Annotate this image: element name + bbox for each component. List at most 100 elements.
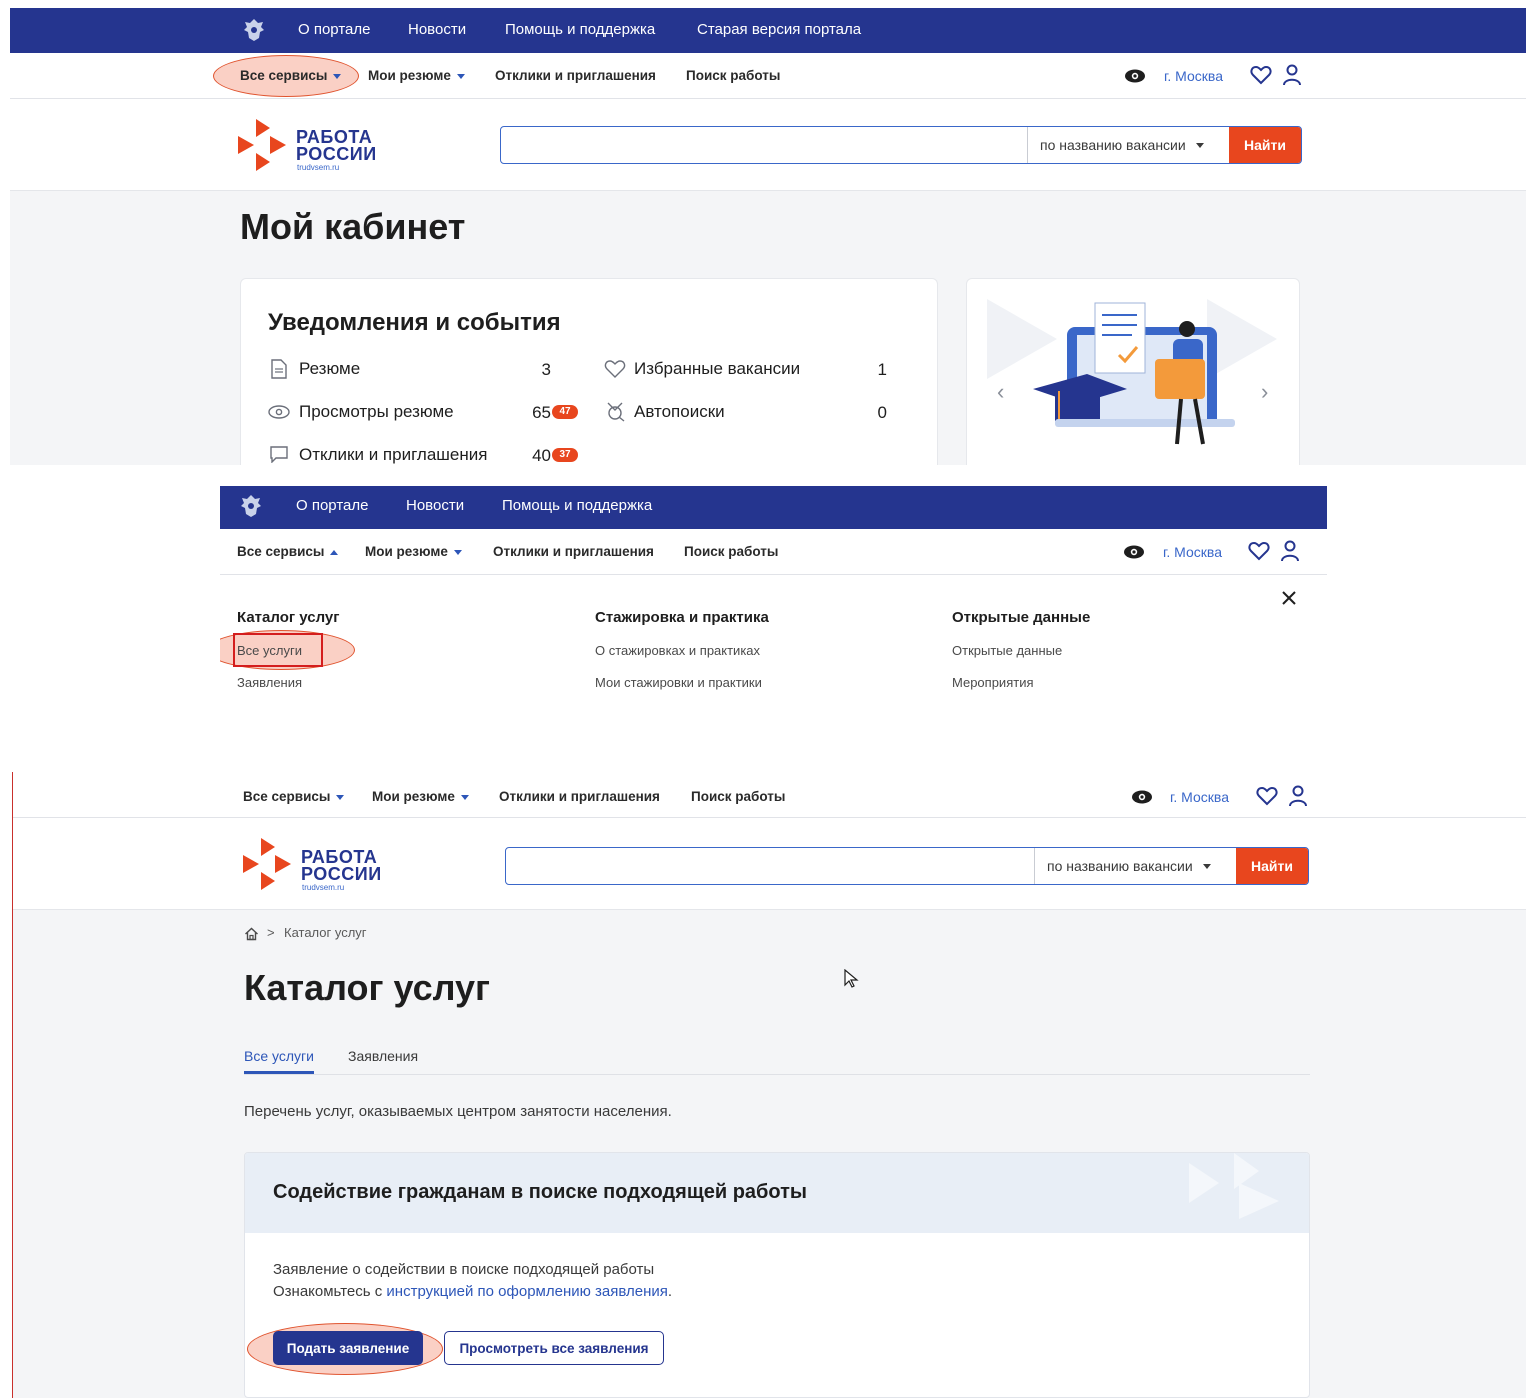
nav-news[interactable]: Новости: [406, 497, 464, 514]
main-nav: Все сервисы Мои резюме Отклики и приглаш…: [13, 772, 1526, 818]
responses-link[interactable]: Отклики и приглашения: [495, 68, 656, 83]
menu-link-events[interactable]: Мероприятия: [952, 675, 1034, 690]
rabota-rossii-logo-icon[interactable]: [238, 119, 288, 171]
nav-old-version[interactable]: Старая версия портала: [697, 21, 861, 38]
main-nav: Все сервисы Мои резюме Отклики и приглаш…: [10, 53, 1526, 99]
city-selector[interactable]: г. Москва: [1164, 68, 1223, 84]
stat-views-label[interactable]: Просмотры резюме: [299, 402, 454, 422]
accessibility-eye-icon[interactable]: [1124, 68, 1146, 84]
document-icon: [271, 359, 287, 379]
search-input[interactable]: [501, 127, 1027, 163]
logo-text-line2: РОССИИ: [301, 864, 382, 884]
top-bar: О портале Новости Помощь и поддержка Ста…: [10, 8, 1526, 53]
logo-text-line2: РОССИИ: [296, 144, 377, 164]
stat-favorites-value: 1: [877, 360, 887, 379]
logo-search-band: РАБОТА РОССИИ trudvsem.ru по названию ва…: [10, 99, 1526, 191]
menu-column-title: Каталог услуг: [237, 609, 340, 626]
view-all-applications-button[interactable]: Просмотреть все заявления: [444, 1331, 664, 1365]
my-resume-menu[interactable]: Мои резюме: [365, 544, 462, 559]
my-resume-menu[interactable]: Мои резюме: [368, 68, 465, 83]
page-title: Каталог услуг: [244, 967, 491, 1008]
city-selector[interactable]: г. Москва: [1163, 544, 1222, 560]
main-nav: Все сервисы Мои резюме Отклики и приглаш…: [220, 529, 1327, 575]
services-menu-panel: О портале Новости Помощь и поддержка Все…: [220, 486, 1327, 736]
carousel-illustration: [987, 299, 1277, 445]
search-type-select[interactable]: по названию вакансии: [1034, 848, 1236, 884]
service-card-header: Содействие гражданам в поиске подходящей…: [245, 1153, 1309, 1233]
decorative-arrows-icon: [1189, 1153, 1279, 1219]
submit-application-button[interactable]: Подать заявление: [273, 1331, 423, 1365]
accessibility-eye-icon[interactable]: [1123, 544, 1145, 560]
stat-autosearch-value: 0: [877, 403, 887, 422]
logo-search-band: РАБОТА РОССИИ trudvsem.ru по названию ва…: [13, 818, 1526, 910]
logo-text-line1: РАБОТА: [301, 847, 378, 867]
menu-column-title: Стажировка и практика: [595, 609, 769, 626]
search-bar: по названию вакансии Найти: [500, 126, 1302, 164]
job-search-link[interactable]: Поиск работы: [686, 68, 780, 83]
eye-icon: [268, 405, 290, 419]
favorites-heart-icon[interactable]: [1250, 65, 1272, 85]
chevron-down-icon: [1195, 142, 1204, 148]
catalog-screenshot-panel: Все сервисы Мои резюме Отклики и приглаш…: [12, 772, 1526, 1398]
logo-domain: trudvsem.ru: [302, 883, 345, 892]
close-icon[interactable]: [1281, 590, 1297, 606]
emblem-icon: [241, 495, 261, 517]
menu-link-about-internships[interactable]: О стажировках и практиках: [595, 643, 760, 658]
chat-icon: [270, 446, 288, 463]
accessibility-eye-icon[interactable]: [1131, 789, 1153, 805]
user-profile-icon[interactable]: [1288, 785, 1308, 807]
menu-link-all-services[interactable]: Все услуги: [237, 643, 302, 658]
breadcrumb-separator: >: [267, 925, 275, 940]
stat-responses-label[interactable]: Отклики и приглашения: [299, 445, 487, 465]
home-icon[interactable]: [244, 927, 259, 941]
all-services-menu[interactable]: Все сервисы: [237, 544, 339, 559]
favorites-heart-icon[interactable]: [1256, 786, 1278, 806]
responses-link[interactable]: Отклики и приглашения: [499, 789, 660, 804]
nav-about[interactable]: О портале: [298, 21, 370, 38]
menu-link-my-internships[interactable]: Мои стажировки и практики: [595, 675, 762, 690]
city-selector[interactable]: г. Москва: [1170, 789, 1229, 805]
nav-about[interactable]: О портале: [296, 497, 368, 514]
job-search-link[interactable]: Поиск работы: [684, 544, 778, 559]
user-profile-icon[interactable]: [1280, 540, 1300, 562]
tab-applications[interactable]: Заявления: [348, 1048, 418, 1064]
stat-favorites-label[interactable]: Избранные вакансии: [634, 359, 800, 379]
responses-link[interactable]: Отклики и приглашения: [493, 544, 654, 559]
chevron-down-icon: [453, 549, 462, 555]
stat-responses-value: 40: [532, 446, 551, 465]
my-resume-menu[interactable]: Мои резюме: [372, 789, 469, 804]
instruction-link[interactable]: инструкцией по оформлению заявления: [386, 1283, 667, 1300]
search-button[interactable]: Найти: [1229, 127, 1301, 163]
menu-link-open-data[interactable]: Открытые данные: [952, 643, 1062, 658]
chevron-down-icon: [333, 73, 342, 79]
cabinet-screenshot-panel: О портале Новости Помощь и поддержка Ста…: [10, 8, 1526, 465]
stat-resume-label[interactable]: Резюме: [299, 359, 360, 379]
all-services-menu[interactable]: Все сервисы: [243, 789, 345, 804]
notifications-card: Уведомления и события Резюме 3 Просмотры…: [240, 278, 938, 465]
job-search-link[interactable]: Поиск работы: [691, 789, 785, 804]
chevron-down-icon: [336, 794, 345, 800]
user-profile-icon[interactable]: [1282, 64, 1302, 86]
rabota-rossii-logo-icon[interactable]: [243, 838, 293, 890]
service-card: Содействие гражданам в поиске подходящей…: [244, 1152, 1310, 1398]
catalog-intro: Перечень услуг, оказываемых центром заня…: [244, 1103, 672, 1120]
all-services-menu[interactable]: Все сервисы: [240, 68, 342, 83]
search-type-select[interactable]: по названию вакансии: [1027, 127, 1229, 163]
stat-autosearch-label[interactable]: Автопоиски: [634, 402, 725, 422]
search-button[interactable]: Найти: [1236, 848, 1308, 884]
search-input[interactable]: [506, 848, 1034, 884]
breadcrumb-current: Каталог услуг: [284, 925, 367, 940]
favorites-heart-icon[interactable]: [1248, 541, 1270, 561]
nav-help[interactable]: Помощь и поддержка: [505, 21, 655, 38]
chevron-right-icon[interactable]: ›: [1261, 379, 1268, 405]
menu-link-applications[interactable]: Заявления: [237, 675, 302, 690]
top-bar: О портале Новости Помощь и поддержка: [220, 486, 1327, 529]
nav-help[interactable]: Помощь и поддержка: [502, 497, 652, 514]
nav-news[interactable]: Новости: [408, 21, 466, 38]
page-title: Мой кабинет: [240, 206, 466, 247]
mouse-cursor-icon: [844, 969, 859, 988]
tab-all-services[interactable]: Все услуги: [244, 1048, 314, 1074]
notifications-title: Уведомления и события: [268, 309, 561, 336]
service-instruction: Ознакомьтесь с инструкцией по оформлению…: [273, 1283, 673, 1300]
chevron-left-icon[interactable]: ‹: [997, 379, 1004, 405]
